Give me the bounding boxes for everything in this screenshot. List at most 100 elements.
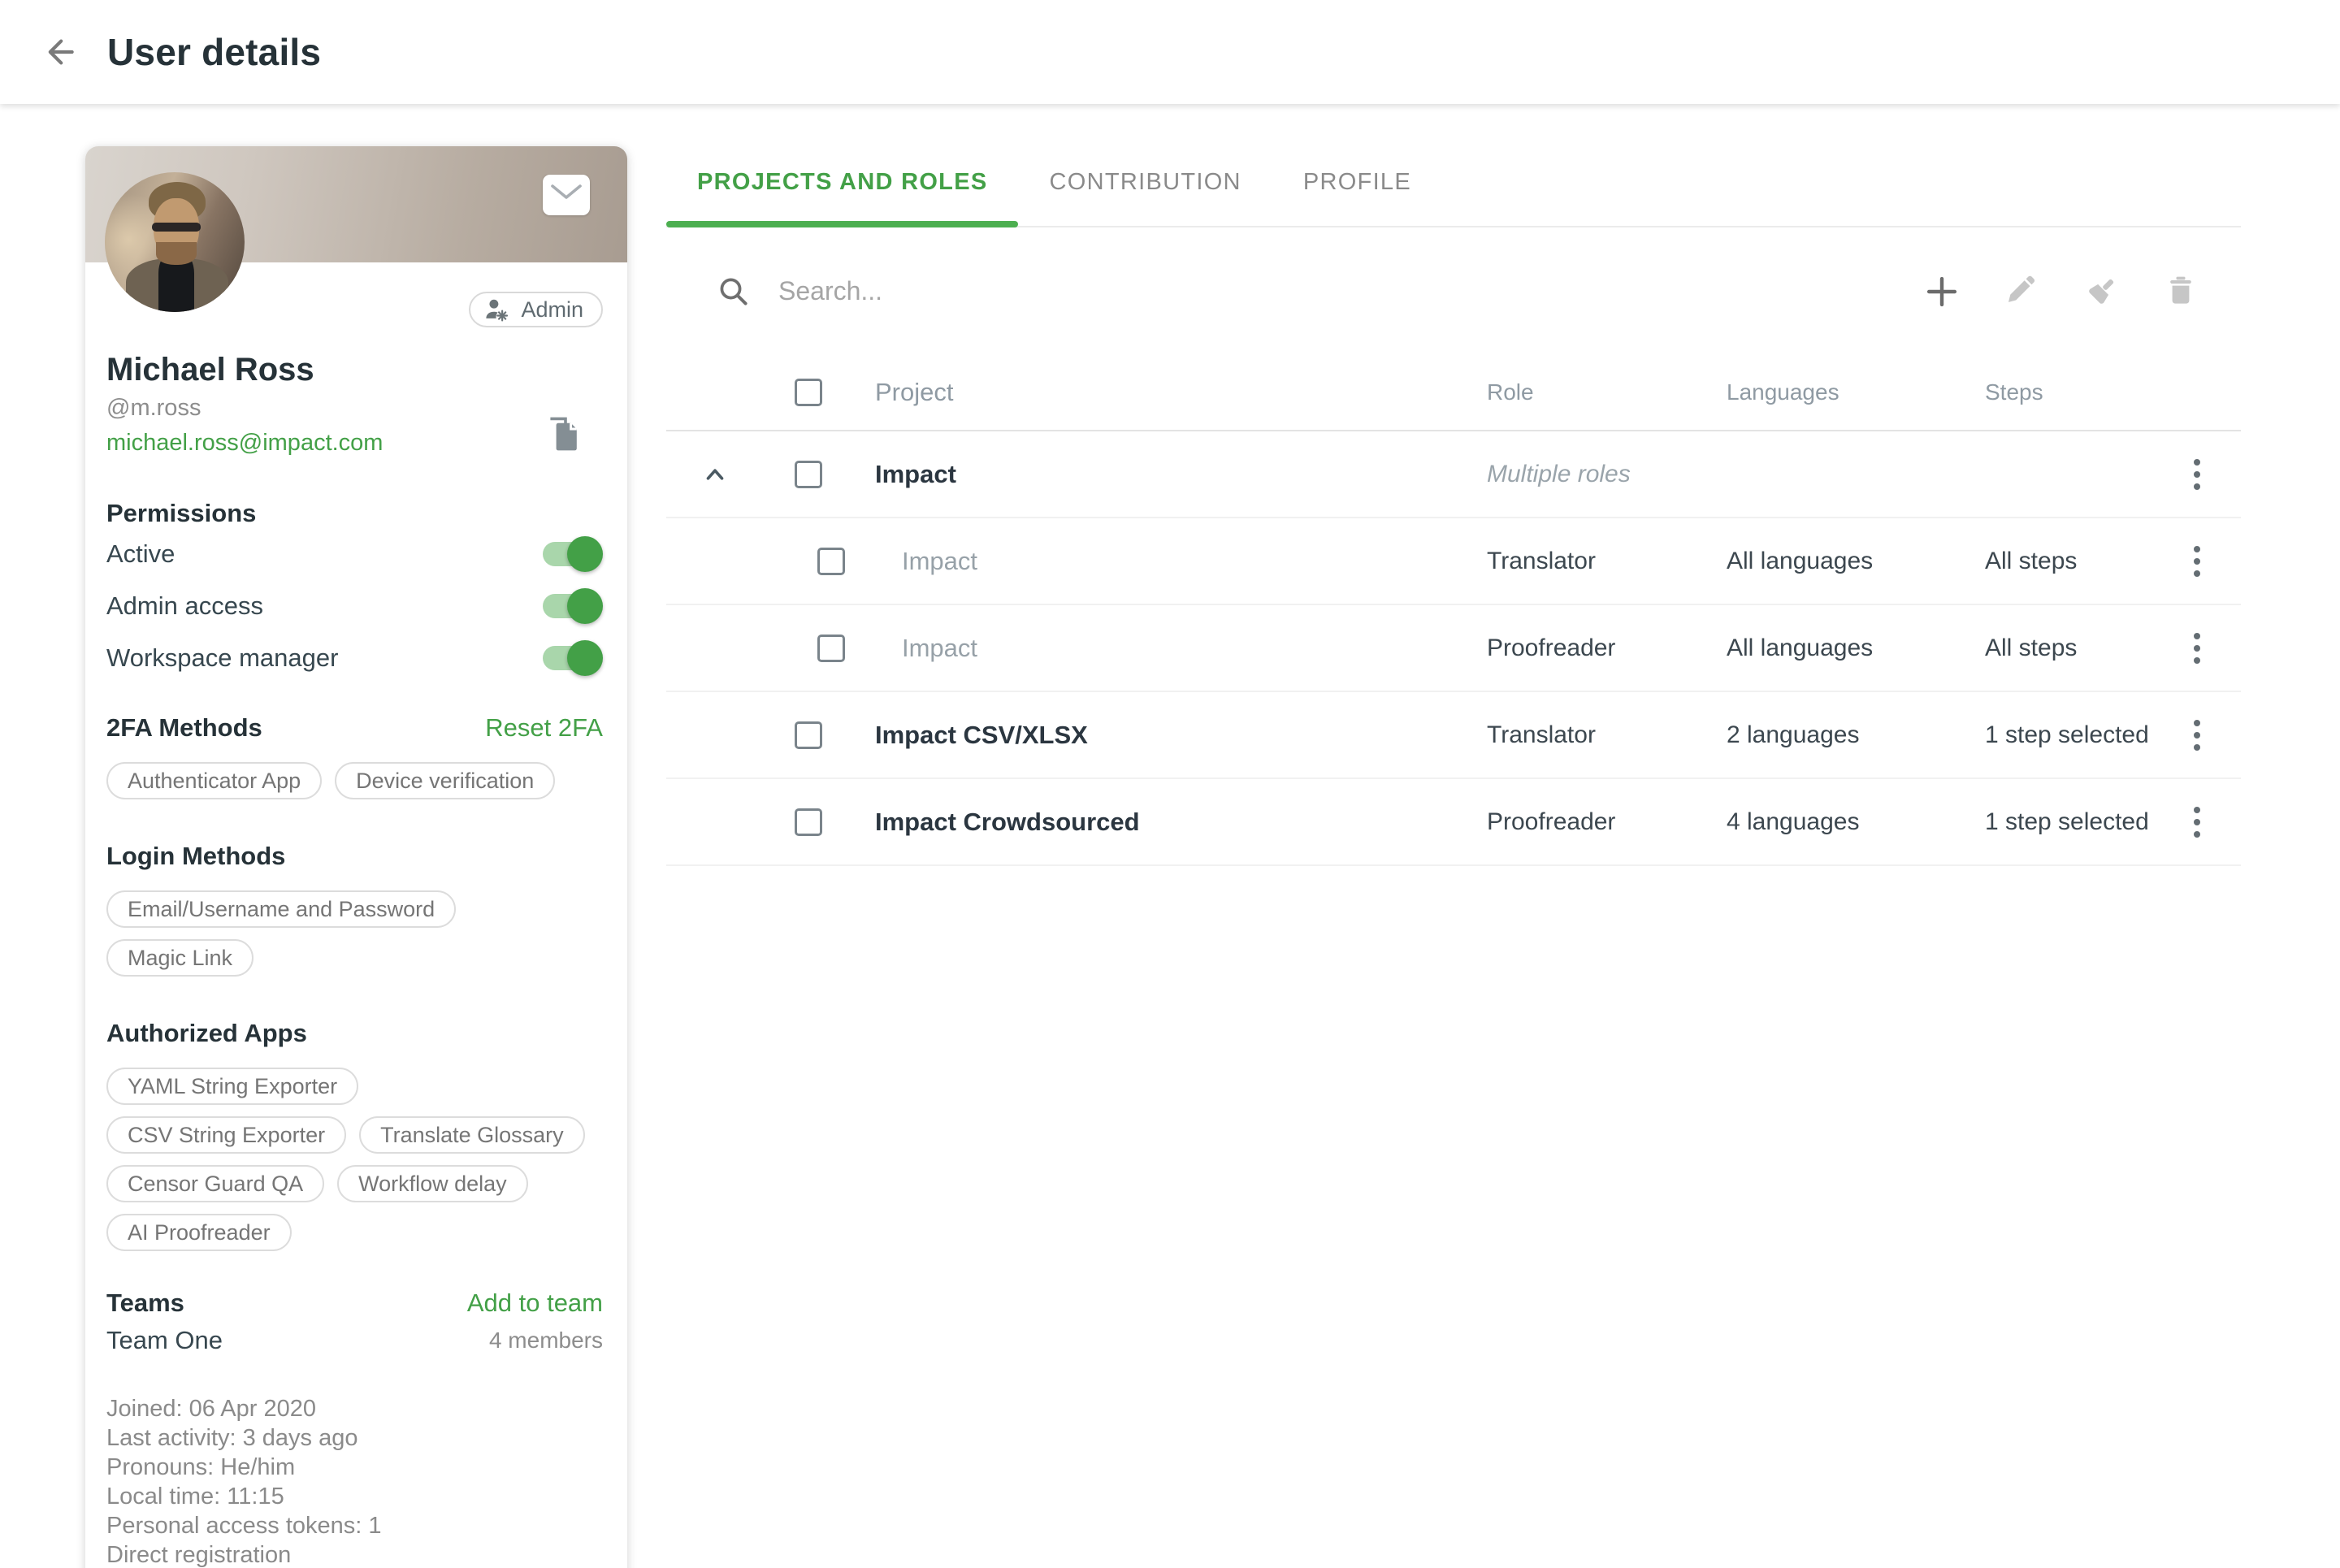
project-languages: All languages — [1727, 548, 1985, 575]
admin-badge-label: Admin — [521, 297, 583, 323]
add-to-team-link[interactable]: Add to team — [467, 1289, 603, 1318]
table-row: Impact Crowdsourced Proofreader 4 langua… — [666, 779, 2241, 866]
select-all-checkbox[interactable] — [795, 379, 822, 406]
mail-icon — [548, 182, 584, 208]
reset-2fa-link[interactable]: Reset 2FA — [485, 713, 603, 743]
kebab-menu-icon — [2192, 544, 2202, 579]
user-meta: Joined: 06 Apr 2020 Last activity: 3 day… — [106, 1394, 603, 1568]
permission-row-active: Active — [106, 528, 603, 580]
teams-title: Teams — [106, 1289, 184, 1318]
table-row: Impact Proofreader All languages All ste… — [666, 605, 2241, 692]
delete-button[interactable] — [2161, 272, 2200, 311]
user-email-link[interactable]: michael.ross@impact.com — [106, 430, 383, 457]
plus-icon — [1924, 274, 1960, 310]
row-menu-button[interactable] — [2178, 626, 2216, 671]
user-name: Michael Ross — [106, 352, 603, 388]
authorized-app-chip: Translate Glossary — [359, 1116, 585, 1154]
meta-registration: Direct registration — [106, 1540, 603, 1568]
clean-button[interactable] — [2082, 272, 2121, 311]
authorized-app-chip: YAML String Exporter — [106, 1068, 358, 1105]
kebab-menu-icon — [2192, 630, 2202, 666]
authorized-apps-title: Authorized Apps — [106, 1019, 603, 1048]
login-method-chip: Email/Username and Password — [106, 890, 456, 928]
row-menu-button[interactable] — [2178, 539, 2216, 584]
table-header: Project Role Languages Steps — [666, 355, 2241, 431]
row-checkbox[interactable] — [795, 461, 822, 488]
permissions-title: Permissions — [106, 499, 603, 528]
tab-contribution[interactable]: CONTRIBUTION — [1018, 138, 1272, 226]
add-button[interactable] — [1922, 272, 1961, 311]
chevron-up-icon — [701, 461, 729, 488]
row-checkbox[interactable] — [795, 721, 822, 749]
search-icon — [717, 275, 751, 309]
project-name: Impact — [829, 460, 1487, 489]
project-role: Proofreader — [1487, 635, 1727, 662]
avatar-beard — [156, 242, 197, 265]
active-toggle[interactable] — [543, 536, 603, 572]
row-menu-button[interactable] — [2178, 713, 2216, 758]
table-toolbar — [666, 227, 2241, 355]
avatar-glasses — [152, 223, 201, 232]
admin-badge: Admin — [469, 292, 603, 327]
project-role: Translator — [1487, 548, 1727, 575]
collapse-group-button[interactable] — [697, 457, 733, 492]
tab-projects-and-roles[interactable]: PROJECTS AND ROLES — [666, 138, 1018, 226]
column-header-project: Project — [829, 378, 1487, 407]
project-name: Impact — [829, 547, 1487, 576]
authorized-app-chip: Workflow delay — [337, 1165, 528, 1202]
kebab-menu-icon — [2192, 717, 2202, 753]
admin-access-toggle[interactable] — [543, 588, 603, 624]
column-header-languages: Languages — [1727, 379, 1985, 405]
profile-card: Admin Michael Ross @m.ross michael.ross@… — [85, 146, 627, 1568]
copy-email-button[interactable] — [544, 414, 582, 455]
edit-button[interactable] — [2002, 272, 2041, 311]
trash-icon — [2163, 274, 2199, 310]
table-row: Impact Multiple roles — [666, 431, 2241, 518]
twofa-title: 2FA Methods — [106, 713, 262, 743]
tab-profile[interactable]: PROFILE — [1272, 138, 1442, 226]
back-button[interactable] — [41, 32, 80, 71]
permission-label: Workspace manager — [106, 643, 338, 673]
project-name: Impact — [829, 634, 1487, 663]
manage-accounts-icon — [483, 297, 511, 322]
table-row: Impact Translator All languages All step… — [666, 518, 2241, 605]
project-languages: All languages — [1727, 635, 1985, 662]
authorized-app-chip: CSV String Exporter — [106, 1116, 346, 1154]
meta-last-activity: Last activity: 3 days ago — [106, 1423, 603, 1453]
kebab-menu-icon — [2192, 457, 2202, 492]
permission-row-admin-access: Admin access — [106, 580, 603, 632]
meta-joined: Joined: 06 Apr 2020 — [106, 1394, 603, 1423]
twofa-method-chip: Device verification — [335, 762, 555, 799]
broom-icon — [2083, 274, 2119, 310]
project-role: Multiple roles — [1487, 461, 1727, 488]
send-email-button[interactable] — [543, 175, 590, 215]
project-steps: All steps — [1985, 635, 2178, 662]
app-bar: User details — [0, 0, 2340, 104]
project-name: Impact Crowdsourced — [829, 808, 1487, 837]
copy-icon — [545, 414, 581, 453]
authorized-app-chip: Censor Guard QA — [106, 1165, 324, 1202]
login-method-chip: Magic Link — [106, 939, 254, 977]
search-input[interactable] — [778, 276, 1922, 306]
row-menu-button[interactable] — [2178, 452, 2216, 497]
user-handle: @m.ross — [106, 395, 603, 422]
permission-label: Active — [106, 539, 175, 569]
meta-access-tokens: Personal access tokens: 1 — [106, 1511, 603, 1540]
page-title: User details — [107, 30, 321, 74]
team-members-count: 4 members — [489, 1328, 603, 1354]
pencil-icon — [2004, 274, 2039, 310]
project-languages: 2 languages — [1727, 721, 1985, 749]
project-role: Translator — [1487, 721, 1727, 749]
team-row: Team One 4 members — [106, 1326, 603, 1355]
login-methods-title: Login Methods — [106, 842, 603, 871]
team-name: Team One — [106, 1326, 223, 1355]
permission-row-workspace-manager: Workspace manager — [106, 632, 603, 684]
meta-local-time: Local time: 11:15 — [106, 1482, 603, 1511]
column-header-steps: Steps — [1985, 379, 2178, 405]
tab-bar: PROJECTS AND ROLES CONTRIBUTION PROFILE — [666, 138, 2241, 227]
row-checkbox[interactable] — [795, 808, 822, 836]
row-menu-button[interactable] — [2178, 799, 2216, 845]
workspace-manager-toggle[interactable] — [543, 640, 603, 676]
avatar — [105, 172, 245, 312]
kebab-menu-icon — [2192, 804, 2202, 840]
